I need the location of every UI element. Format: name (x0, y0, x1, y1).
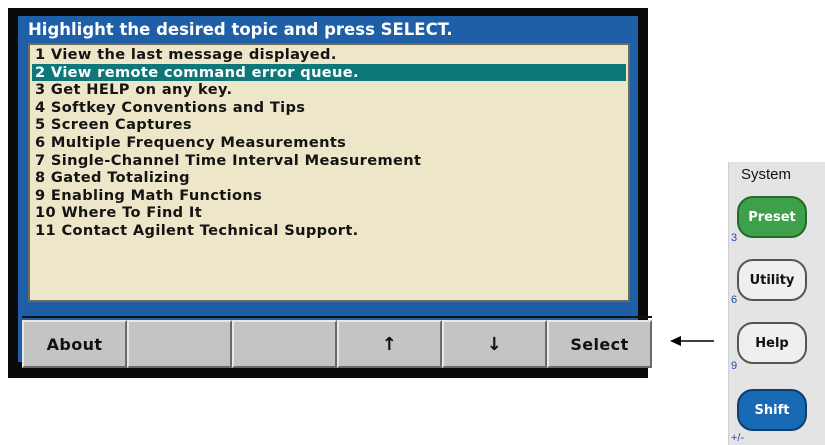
topic-item-11[interactable]: 11 Contact Agilent Technical Support. (32, 222, 626, 240)
topic-item-7[interactable]: 7 Single-Channel Time Interval Measureme… (32, 152, 626, 170)
softkey-bar: About ↑ ↓ Select (22, 316, 652, 372)
topic-item-1[interactable]: 1 View the last message displayed. (32, 46, 626, 64)
help-key[interactable]: Help (737, 322, 807, 364)
topic-item-8[interactable]: 8 Gated Totalizing (32, 169, 626, 187)
system-panel-title: System (741, 166, 792, 183)
shift-key[interactable]: Shift (737, 389, 807, 431)
topic-list-items: 1 View the last message displayed. 2 Vie… (32, 46, 626, 240)
about-softkey[interactable]: About (22, 320, 127, 368)
topic-item-4[interactable]: 4 Softkey Conventions and Tips (32, 99, 626, 117)
topic-item-9[interactable]: 9 Enabling Math Functions (32, 187, 626, 205)
display-screen: Highlight the desired topic and press SE… (18, 16, 652, 368)
blank-softkey-3[interactable] (232, 320, 337, 368)
system-key-panel: System Preset 3 Utility 6 Help 9 Shift +… (728, 162, 825, 445)
topic-item-5[interactable]: 5 Screen Captures (32, 116, 626, 134)
topic-item-6[interactable]: 6 Multiple Frequency Measurements (32, 134, 626, 152)
digit-9-label: 9 (731, 360, 738, 372)
select-softkey[interactable]: Select (547, 320, 652, 368)
up-arrow-icon: ↑ (381, 333, 398, 355)
utility-key[interactable]: Utility (737, 259, 807, 301)
topic-item-3[interactable]: 3 Get HELP on any key. (32, 81, 626, 99)
digit-3-label: 3 (731, 232, 738, 244)
help-menu-header: Highlight the desired topic and press SE… (28, 20, 453, 39)
left-arrow-icon (670, 336, 714, 346)
topic-item-10[interactable]: 10 Where To Find It (32, 204, 626, 222)
instrument-display-bezel: Highlight the desired topic and press SE… (8, 8, 652, 378)
topic-item-2-selected[interactable]: 2 View remote command error queue. (32, 63, 626, 82)
scroll-down-softkey[interactable]: ↓ (442, 320, 547, 368)
blank-softkey-2[interactable] (127, 320, 232, 368)
scroll-up-softkey[interactable]: ↑ (337, 320, 442, 368)
help-topic-list: 1 View the last message displayed. 2 Vie… (28, 43, 630, 302)
plus-minus-label: +/- (731, 432, 745, 444)
preset-key[interactable]: Preset (737, 196, 807, 238)
digit-6-label: 6 (731, 294, 738, 306)
down-arrow-icon: ↓ (486, 333, 503, 355)
